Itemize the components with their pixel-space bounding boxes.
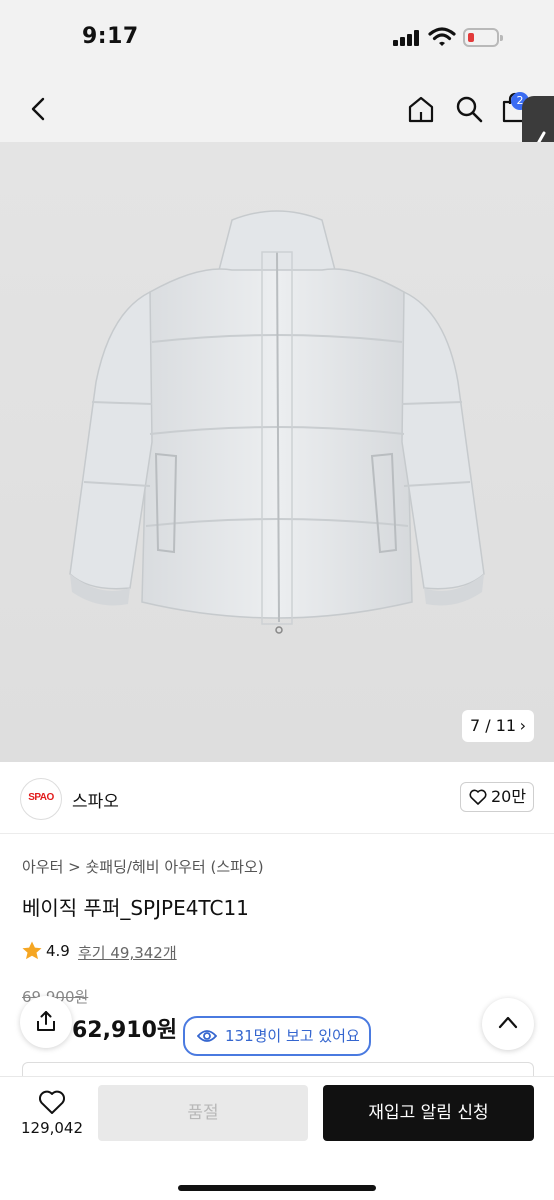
heart-icon (469, 789, 487, 805)
search-icon[interactable] (454, 94, 484, 124)
viewers-text: 131명이 보고 있어요 (225, 1027, 360, 1045)
chevron-right-icon: › (519, 716, 526, 735)
status-bar: 9:17 (0, 0, 554, 76)
signal-icon (393, 30, 423, 46)
product-title: 베이직 푸퍼_SPJPE4TC11 (22, 896, 249, 920)
chevron-up-icon (498, 1016, 518, 1029)
product-image-gallery[interactable]: 7 / 11 › (0, 142, 554, 762)
restock-alert-button[interactable]: 재입고 알림 신청 (323, 1085, 534, 1141)
bottom-action-bar: 129,042 품절 재입고 알림 신청 (0, 1076, 554, 1200)
nav-bar (0, 76, 554, 142)
share-button[interactable] (20, 996, 72, 1048)
brand-logo[interactable]: SPAO (20, 778, 62, 820)
wishlist-count: 129,042 (20, 1119, 84, 1137)
brand-like-button[interactable]: 20만 (460, 782, 534, 812)
product-image (0, 142, 554, 762)
eye-icon (197, 1030, 217, 1042)
brand-row[interactable]: SPAO 스파오 20만 (0, 762, 554, 834)
home-icon[interactable] (406, 94, 436, 124)
rating-score: 4.9 (46, 942, 70, 960)
wifi-icon (428, 27, 456, 46)
share-icon (37, 1011, 55, 1031)
battery-low-icon (463, 28, 503, 47)
soldout-button[interactable]: 품절 (98, 1085, 308, 1141)
sale-price: 62,910원 (72, 1018, 178, 1043)
image-counter[interactable]: 7 / 11 › (462, 710, 534, 742)
viewers-badge: 131명이 보고 있어요 (183, 1016, 371, 1056)
wishlist-button[interactable]: 129,042 (20, 1089, 84, 1137)
image-counter-text: 7 / 11 (470, 716, 517, 735)
breadcrumb[interactable]: 아우터 > 숏패딩/헤비 아우터 (스파오) (22, 856, 264, 877)
home-indicator (178, 1185, 376, 1191)
scroll-to-top-button[interactable] (482, 998, 534, 1050)
brand-like-count: 20만 (491, 787, 527, 806)
star-icon (22, 941, 42, 960)
status-time: 9:17 (82, 24, 139, 49)
brand-name[interactable]: 스파오 (72, 787, 119, 812)
review-count-link[interactable]: 후기 49,342개 (78, 942, 177, 963)
brand-logo-text: SPAO (28, 792, 54, 803)
back-chevron-icon[interactable] (24, 94, 54, 124)
heart-icon (39, 1090, 65, 1114)
